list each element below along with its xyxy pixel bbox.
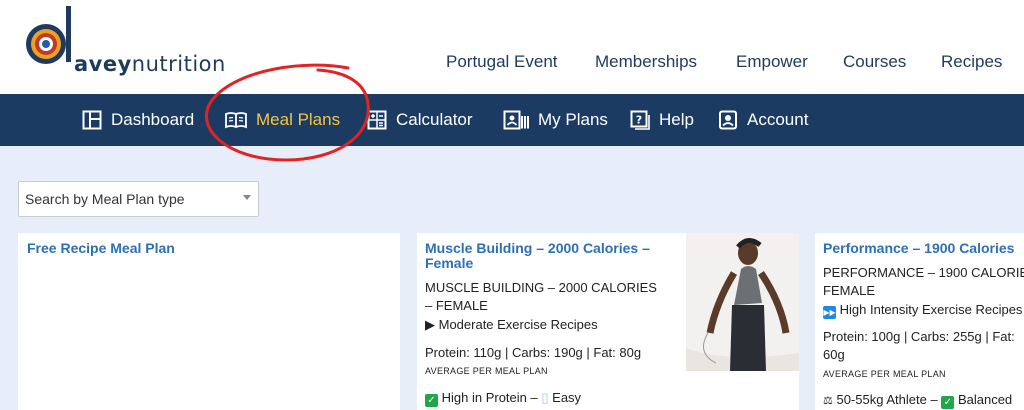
nav-calculator-label: Calculator [396, 110, 473, 129]
glass-icon: ▯ [541, 390, 549, 405]
check-icon: ✓ [425, 394, 438, 407]
check-icon: ✓ [941, 396, 955, 409]
card-title[interactable]: Performance – 1900 Calories [823, 241, 1014, 256]
card-macros: Protein: 110g | Carbs: 190g | Fat: 80g [425, 345, 642, 360]
nav-help[interactable]: ? Help [630, 94, 694, 146]
nav-my-plans[interactable]: My Plans [503, 94, 608, 146]
card-features: ⚖ 50-55kg Athlete – ✓ Balanced [823, 392, 1013, 409]
card-title[interactable]: Free Recipe Meal Plan [27, 241, 175, 256]
account-icon [719, 110, 737, 130]
calculator-icon [367, 110, 387, 130]
main-nav-bar: Dashboard Meal Plans Calculator My Plans… [0, 94, 1024, 146]
topnav-empower[interactable]: Empower [736, 52, 808, 72]
card-features: ✓ High in Protein – ▯ Easy [425, 389, 581, 407]
meal-plan-type-placeholder: Search by Meal Plan type [25, 191, 185, 207]
card-avg-label: AVERAGE PER MEAL PLAN [823, 369, 946, 379]
nav-account[interactable]: Account [718, 94, 808, 146]
book-icon [225, 112, 247, 129]
nav-dashboard-label: Dashboard [111, 110, 195, 129]
topnav-recipes[interactable]: Recipes [941, 52, 1002, 72]
card-tag: ▶▶ High Intensity Exercise Recipes [823, 302, 1023, 319]
card-description: PERFORMANCE – 1900 CALORIES FEMALE [823, 265, 1024, 298]
card-title[interactable]: Muscle Building – 2000 Calories – Female [425, 241, 685, 271]
fast-forward-icon: ▶▶ [823, 306, 836, 319]
nav-meal-plans-label: Meal Plans [256, 110, 341, 129]
meal-plan-card-free[interactable]: Free Recipe Meal Plan [18, 233, 400, 410]
meal-plan-type-select[interactable]: Search by Meal Plan type [18, 181, 259, 217]
nav-dashboard[interactable]: Dashboard [82, 94, 194, 146]
card-avg-label: AVERAGE PER MEAL PLAN [425, 366, 548, 376]
help-icon: ? [630, 110, 650, 130]
brand-wordmark: aveynutrition [74, 52, 226, 76]
card-macros: Protein: 100g | Carbs: 255g | Fat: 60g [823, 329, 1015, 362]
id-card-icon [503, 110, 529, 130]
meal-plan-card-performance[interactable]: Performance – 1900 Calories PERFORMANCE … [815, 233, 1024, 410]
svg-text:?: ? [636, 114, 642, 127]
nav-calculator[interactable]: Calculator [367, 94, 473, 146]
chevron-down-icon [243, 195, 251, 200]
nav-account-label: Account [747, 110, 809, 129]
dashboard-icon [82, 110, 102, 130]
athlete-photo [686, 233, 799, 371]
card-tag: ▶ Moderate Exercise Recipes [425, 317, 598, 332]
topnav-courses[interactable]: Courses [843, 52, 906, 72]
topnav-memberships[interactable]: Memberships [595, 52, 697, 72]
nav-my-plans-label: My Plans [538, 110, 608, 129]
nav-help-label: Help [659, 110, 694, 129]
weightlifter-icon: ⚖ [823, 395, 833, 407]
card-description: MUSCLE BUILDING – 2000 CALORIES – FEMALE [425, 280, 657, 313]
topnav-portugal-event[interactable]: Portugal Event [446, 52, 558, 72]
nav-meal-plans[interactable]: Meal Plans [225, 94, 340, 146]
site-header: aveynutrition Portugal Event Memberships… [0, 0, 1024, 94]
